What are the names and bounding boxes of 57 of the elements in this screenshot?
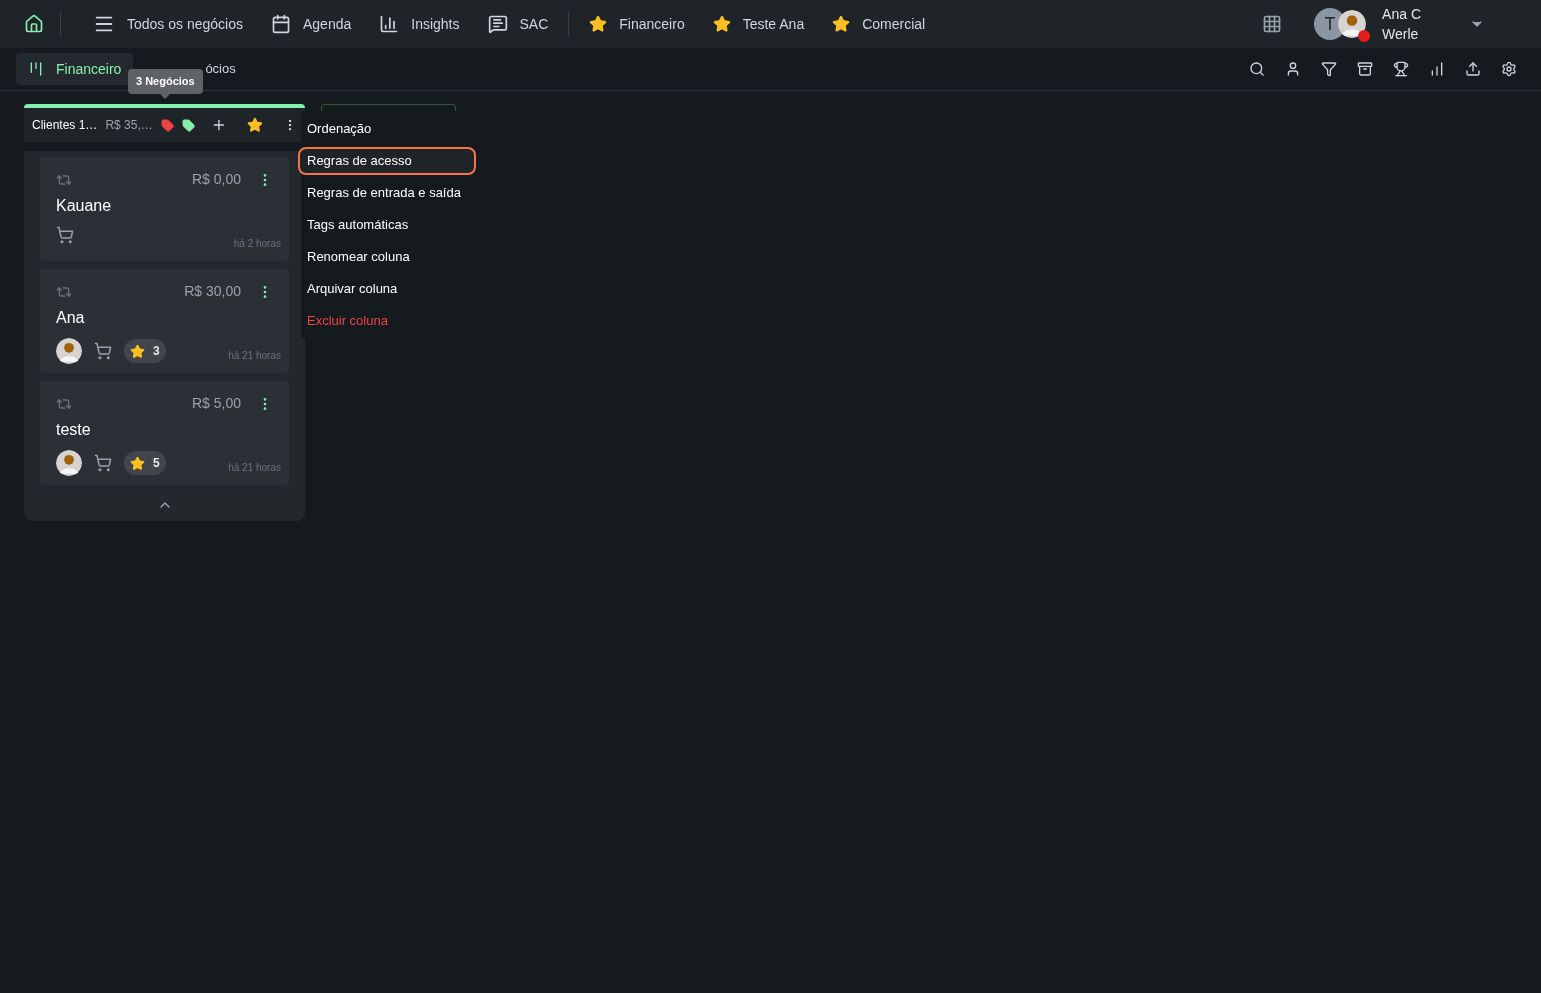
calendar-icon xyxy=(270,14,291,34)
settings-icon[interactable] xyxy=(1501,61,1517,77)
deal-card[interactable]: R$ 30,00 Ana 3 há 21 horas xyxy=(40,269,289,373)
deal-name: teste xyxy=(56,420,92,440)
user-name: Werle xyxy=(1382,25,1420,44)
nav-link[interactable]: Todos os negócios xyxy=(93,13,243,35)
apps-icon[interactable] xyxy=(1262,14,1283,34)
deal-card[interactable]: R$ 5,00 teste 5 há 21 horas xyxy=(40,381,289,485)
trophy-icon[interactable] xyxy=(1393,61,1409,77)
deal-count: ócios xyxy=(205,60,236,79)
nav-link[interactable]: Teste Ana xyxy=(712,13,805,35)
column-total: R$ 35,… xyxy=(105,117,153,134)
nav-link[interactable]: Insights xyxy=(379,13,460,35)
deal-value: R$ 30,00 xyxy=(184,282,241,301)
bar-chart-icon xyxy=(379,14,400,34)
bar-chart-icon[interactable] xyxy=(1429,61,1445,77)
chat-icon xyxy=(487,14,508,34)
menu-item[interactable]: Tags automáticas xyxy=(301,211,477,239)
menu-item[interactable]: Regras de entrada e saída xyxy=(301,179,477,207)
menu-item[interactable]: Excluir coluna xyxy=(301,307,477,335)
person-icon[interactable] xyxy=(1285,61,1301,77)
star-icon[interactable] xyxy=(247,116,263,134)
cart-icon[interactable] xyxy=(56,226,74,244)
star-icon xyxy=(712,15,731,33)
rating-badge: 3 xyxy=(124,339,166,363)
rating-badge: 5 xyxy=(124,451,166,475)
deal-card[interactable]: R$ 0,00 Kauane há 2 horas xyxy=(40,157,289,261)
tooltip: 3 Negócios xyxy=(128,69,203,99)
user-name: Ana C xyxy=(1382,5,1421,24)
menu-item[interactable]: Arquivar coluna xyxy=(301,275,477,303)
upload-icon[interactable] xyxy=(1465,61,1481,77)
deal-name: Ana xyxy=(56,308,86,328)
board-tab[interactable]: Financeiro xyxy=(16,53,134,85)
filter-icon[interactable] xyxy=(1321,61,1337,77)
nav-link[interactable]: Comercial xyxy=(832,13,926,35)
deal-value: R$ 5,00 xyxy=(191,394,241,413)
star-icon xyxy=(832,15,851,33)
avatar xyxy=(1338,10,1367,38)
deal-time: há 21 horas xyxy=(228,461,281,475)
menu-item[interactable]: Regras de acesso xyxy=(298,147,476,175)
search-icon[interactable] xyxy=(1249,61,1265,77)
board-icon xyxy=(28,61,44,77)
deal-value: R$ 0,00 xyxy=(191,170,241,189)
nav-link[interactable]: SAC xyxy=(487,13,549,35)
deal-time: há 21 horas xyxy=(228,349,281,363)
column-title: Clientes 1… xyxy=(32,117,98,134)
star-icon xyxy=(589,15,608,33)
nav-link[interactable]: Agenda xyxy=(270,13,352,35)
deal-name: Kauane xyxy=(56,196,113,216)
nav-link[interactable]: Financeiro xyxy=(589,13,685,35)
deal-time: há 2 horas xyxy=(233,237,281,251)
menu-item[interactable]: Ordenação xyxy=(301,115,477,143)
archive-icon[interactable] xyxy=(1357,61,1373,77)
cart-icon[interactable] xyxy=(94,454,112,472)
cart-icon[interactable] xyxy=(94,342,112,360)
home-icon[interactable] xyxy=(24,14,44,34)
menu-item[interactable]: Renomear coluna xyxy=(301,243,477,271)
